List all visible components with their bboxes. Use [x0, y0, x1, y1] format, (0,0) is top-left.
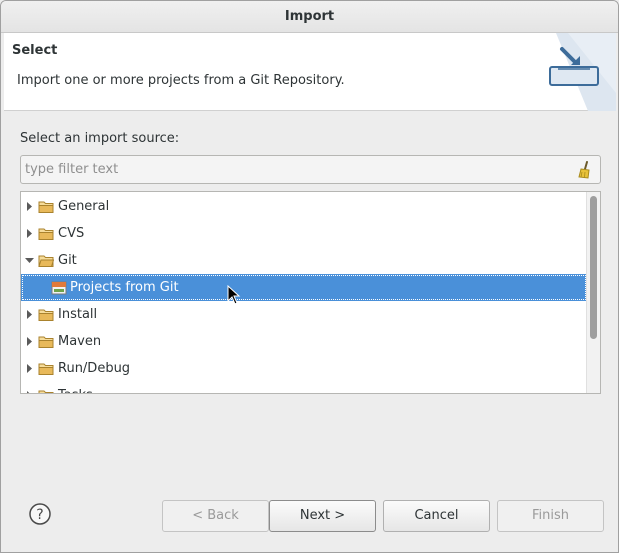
folder-icon	[38, 309, 54, 321]
tree-item-label: Git	[58, 253, 77, 268]
cancel-button[interactable]: Cancel	[383, 500, 490, 532]
wizard-header: Select Import one or more projects from …	[4, 33, 616, 111]
tree-item-label: Run/Debug	[58, 361, 131, 376]
mouse-pointer-icon	[227, 285, 241, 305]
tree-item-child[interactable]: Projects from Git	[21, 274, 587, 301]
import-source-label: Select an import source:	[20, 131, 180, 146]
collapsed-arrow-icon[interactable]	[25, 310, 34, 319]
tree-item[interactable]: Maven	[21, 328, 587, 355]
broom-clear-icon[interactable]	[576, 161, 592, 179]
folder-icon	[38, 336, 54, 348]
collapsed-arrow-icon[interactable]	[25, 364, 34, 373]
finish-button[interactable]: Finish	[497, 500, 604, 532]
collapsed-arrow-icon[interactable]	[25, 337, 34, 346]
filter-input[interactable]	[25, 159, 565, 180]
import-wizard-icon	[549, 33, 616, 111]
wizard-page-description: Import one or more projects from a Git R…	[17, 73, 345, 88]
next-button[interactable]: Next >	[269, 500, 376, 532]
tree-item-label: Maven	[58, 334, 102, 349]
folder-open-icon	[38, 255, 54, 267]
tree-item[interactable]: Tasks	[21, 382, 587, 394]
wizard-page-title: Select	[12, 43, 58, 58]
folder-icon	[38, 390, 54, 393]
tree-item-label: General	[58, 199, 110, 214]
tree-item[interactable]: Run/Debug	[21, 355, 587, 382]
tree-item-label: Tasks	[58, 382, 93, 393]
tree-item-label: CVS	[58, 226, 85, 241]
window-title: Import	[1, 1, 618, 33]
back-button[interactable]: < Back	[162, 500, 269, 532]
collapsed-arrow-icon[interactable]	[25, 229, 34, 238]
filter-field	[20, 155, 601, 184]
collapsed-arrow-icon[interactable]	[25, 391, 34, 394]
tree-item-label: Install	[58, 307, 98, 322]
tree-item[interactable]: Install	[21, 301, 587, 328]
folder-icon	[38, 228, 54, 240]
folder-icon	[38, 201, 54, 213]
scrollbar-thumb[interactable]	[590, 196, 597, 339]
tree-scrollbar[interactable]	[586, 192, 600, 393]
tree-item-label: Projects from Git	[70, 280, 179, 295]
tree-item[interactable]: CVS	[21, 220, 587, 247]
tree-item[interactable]: General	[21, 193, 587, 220]
folder-icon	[38, 363, 54, 375]
svg-text:?: ?	[36, 507, 43, 523]
import-source-tree[interactable]: General CVS Git Projects from Git Install Mav…	[20, 191, 601, 394]
git-projects-icon	[51, 281, 67, 295]
collapsed-arrow-icon[interactable]	[25, 202, 34, 211]
expanded-arrow-icon[interactable]	[25, 256, 34, 265]
import-dialog: Import Select Import one or more project…	[0, 0, 619, 553]
help-icon[interactable]: ?	[28, 502, 52, 526]
tree-item[interactable]: Git	[21, 247, 587, 274]
